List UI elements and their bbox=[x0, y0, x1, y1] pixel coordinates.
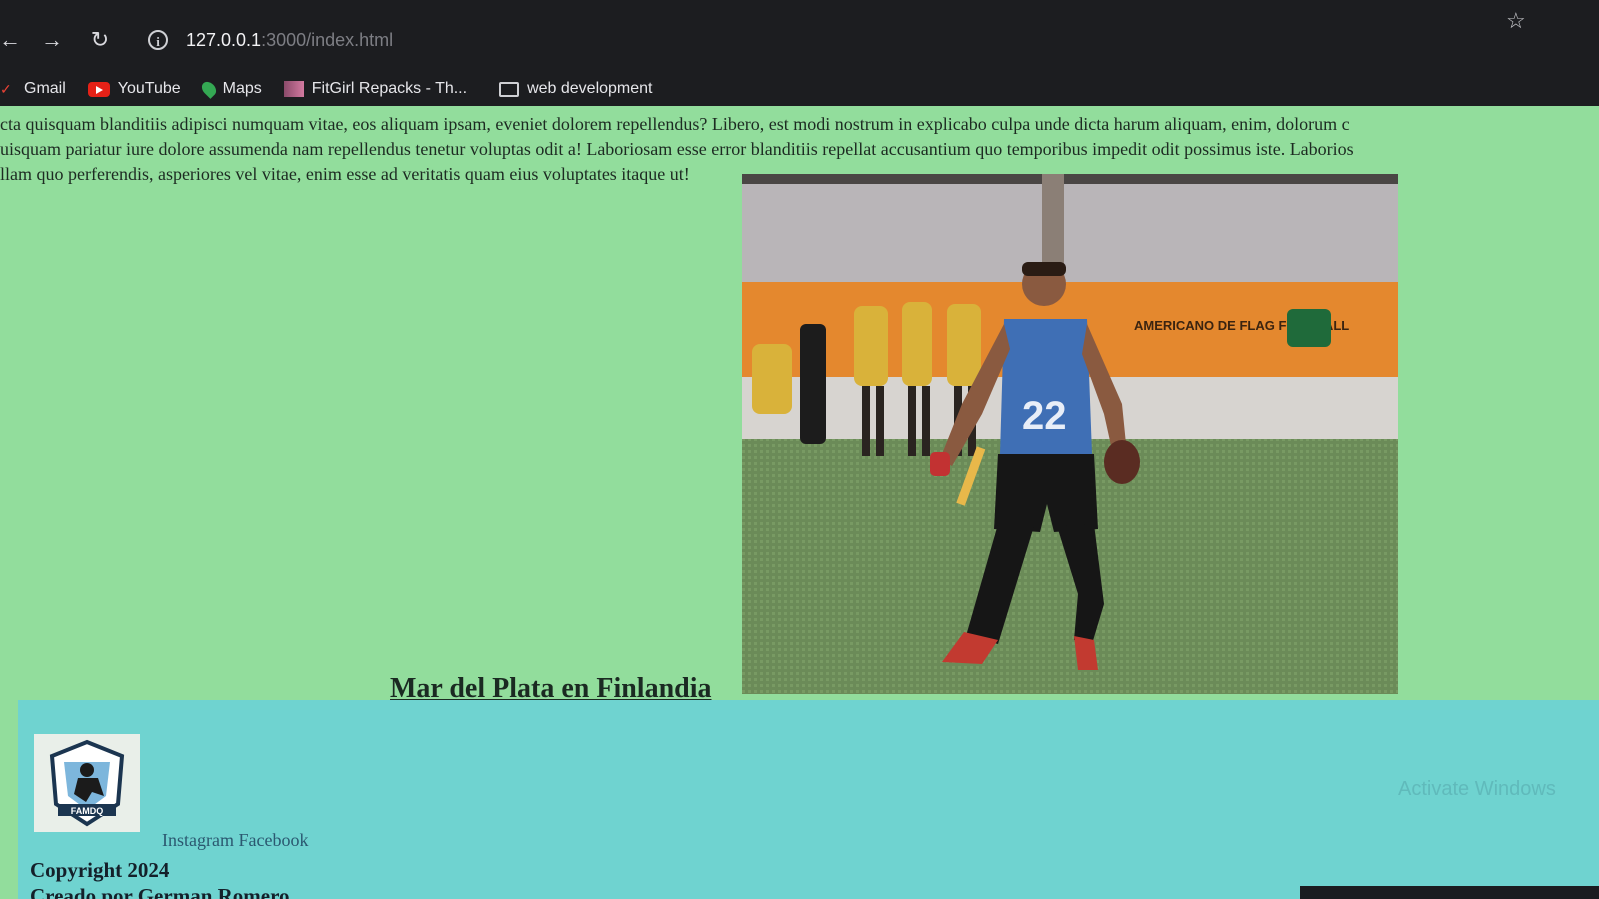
club-logo: FAMDQ bbox=[34, 734, 140, 832]
bookmark-folder-web-development[interactable]: web development bbox=[499, 80, 653, 98]
bookmark-youtube[interactable]: YouTube bbox=[87, 80, 181, 98]
taskbar-edge bbox=[1300, 886, 1599, 899]
reload-icon[interactable]: ↻ bbox=[86, 26, 114, 54]
bookmark-label: FitGirl Repacks - Th... bbox=[311, 80, 468, 97]
bookmark-fitgirl[interactable]: FitGirl Repacks - Th... bbox=[283, 80, 468, 98]
paragraph-line: cta quisquam blanditiis adipisci numquam… bbox=[0, 114, 1350, 134]
bookmark-label: Maps bbox=[222, 80, 262, 97]
bookmark-label: YouTube bbox=[117, 80, 181, 97]
bookmarks-bar: ✓ Gmail YouTube Maps FitGirl Repacks - T… bbox=[0, 74, 675, 104]
facebook-link[interactable]: Facebook bbox=[238, 830, 308, 850]
folder-icon bbox=[499, 81, 520, 97]
flag-football-photo: AMERICANO DE FLAG FOOTBALL 22 bbox=[742, 174, 1398, 694]
bookmark-star-icon[interactable]: ☆ bbox=[1506, 8, 1526, 34]
credit-text: Creado por German Romero bbox=[30, 884, 290, 899]
browser-chrome: ← → ↻ i 127.0.0.1 :3000/index.html ☆ ✓ G… bbox=[0, 0, 1599, 106]
site-info-icon[interactable]: i bbox=[148, 30, 168, 50]
bookmark-maps[interactable]: Maps bbox=[198, 79, 262, 99]
url-host: 127.0.0.1 bbox=[186, 29, 262, 50]
logo-text: FAMDQ bbox=[71, 806, 104, 816]
url-path: :3000/index.html bbox=[261, 29, 394, 50]
gmail-icon: ✓ bbox=[0, 81, 12, 97]
copyright-text: Copyright 2024 bbox=[30, 858, 170, 882]
instagram-link[interactable]: Instagram bbox=[162, 830, 234, 850]
social-links: Instagram Facebook bbox=[162, 830, 308, 851]
page-viewport: cta quisquam blanditiis adipisci numquam… bbox=[0, 106, 1599, 899]
bookmark-label: Gmail bbox=[24, 80, 66, 97]
windows-activation-watermark: Activate Windows bbox=[1398, 778, 1556, 800]
bookmark-gmail[interactable]: ✓ Gmail bbox=[0, 80, 66, 98]
paragraph-line: uisquam pariatur iure dolore assumenda n… bbox=[0, 139, 1354, 159]
back-arrow-icon[interactable]: ← bbox=[0, 26, 24, 54]
jersey-number: 22 bbox=[1022, 394, 1067, 438]
maps-icon bbox=[198, 79, 219, 99]
bookmark-label: web development bbox=[527, 80, 653, 97]
site-footer: FAMDQ Instagram Facebook Copyright 2024 … bbox=[18, 700, 1599, 899]
address-bar[interactable]: i 127.0.0.1 :3000/index.html bbox=[140, 22, 1570, 58]
site-favicon bbox=[283, 81, 304, 97]
youtube-icon bbox=[87, 81, 110, 97]
forward-arrow-icon[interactable]: → bbox=[38, 26, 66, 54]
